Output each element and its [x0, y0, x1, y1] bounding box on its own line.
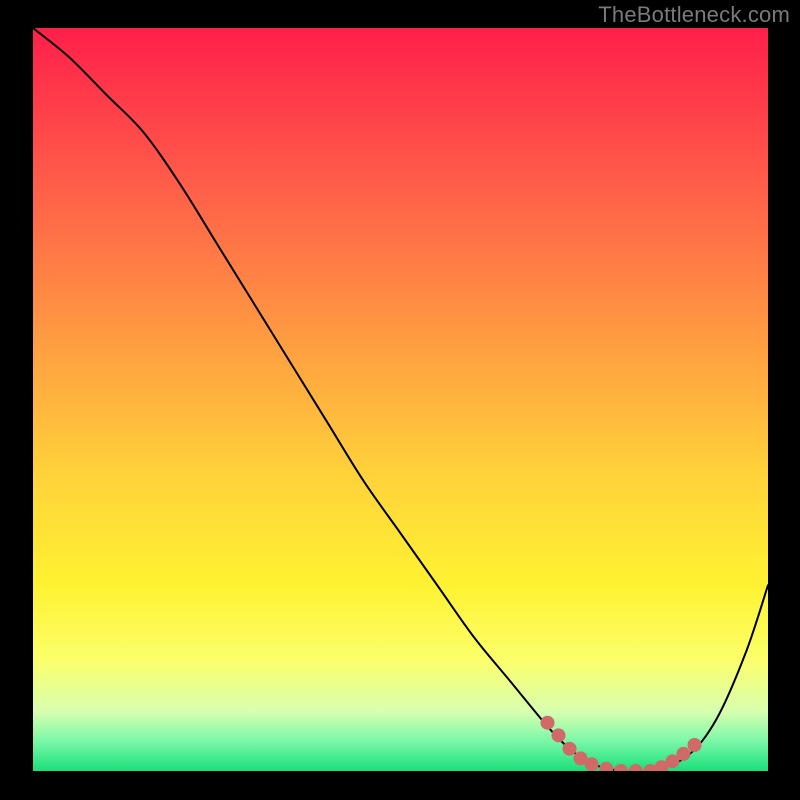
- watermark-text: TheBottleneck.com: [598, 2, 790, 28]
- marker-dot: [563, 742, 577, 756]
- chart-plot-area: [33, 28, 768, 771]
- marker-dot: [688, 738, 702, 752]
- marker-dot: [552, 728, 566, 742]
- gradient-background: [33, 28, 768, 771]
- marker-dot: [585, 757, 599, 771]
- chart-frame: TheBottleneck.com: [0, 0, 800, 800]
- marker-dot: [676, 747, 690, 761]
- chart-svg: [33, 28, 768, 771]
- marker-dot: [541, 716, 555, 730]
